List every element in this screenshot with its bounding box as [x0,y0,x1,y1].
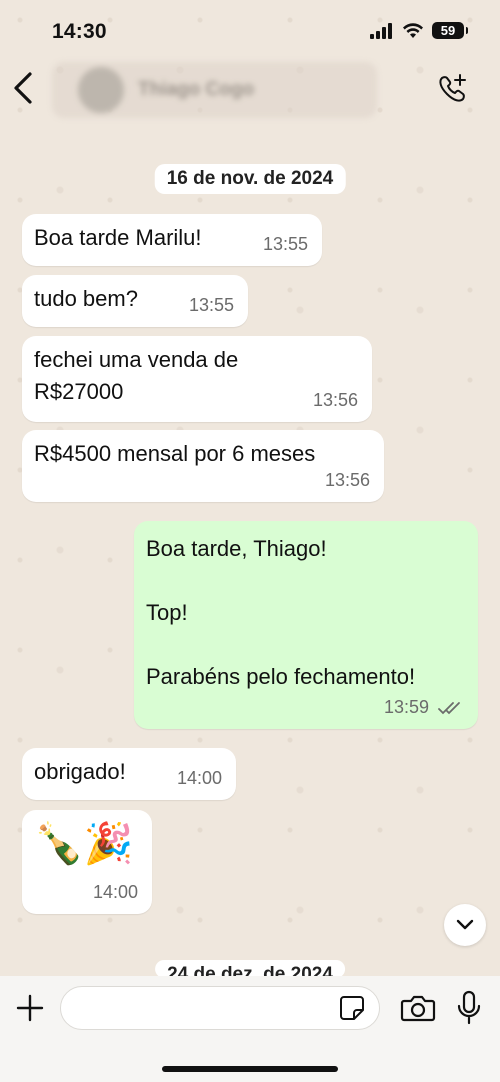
message-incoming[interactable]: obrigado! 14:00 [22,748,236,800]
message-incoming[interactable]: Boa tarde Marilu! 13:55 [22,214,322,266]
message-incoming[interactable]: tudo bem? 13:55 [22,275,248,327]
message-time: 13:55 [188,295,234,315]
message-text: obrigado! [34,759,126,784]
battery-icon: 59 [432,22,468,39]
message-incoming[interactable]: fechei uma venda de R$27000 13:56 [22,336,372,422]
message-time: 14:00 [92,882,138,902]
message-incoming[interactable]: 🍾🎉 14:00 [22,810,152,914]
camera-icon[interactable] [400,992,436,1024]
message-time: 14:00 [176,768,222,788]
avatar [78,67,124,113]
composer-bar [0,976,500,1082]
signal-icon [370,22,392,39]
message-incoming[interactable]: R$4500 mensal por 6 meses 13:56 [22,430,384,502]
back-button[interactable] [10,68,36,108]
date-separator: 16 de nov. de 2024 [154,164,346,194]
message-time: 13:55 [262,234,308,254]
message-text: R$4500 mensal por 6 meses [34,441,316,466]
battery-level: 59 [440,23,456,38]
status-bar: 14:30 59 [0,0,500,60]
message-time: 13:56 [324,470,370,490]
scroll-down-button[interactable] [444,904,486,946]
emoji-message: 🍾🎉 [34,822,134,866]
microphone-icon[interactable] [456,990,482,1026]
message-time: 13:59 [384,691,464,723]
chat-header: Thiago Cogo [0,60,500,120]
chevron-down-icon [456,919,474,930]
message-time-text: 13:59 [383,697,429,717]
read-receipt-icon [438,702,460,715]
status-time: 14:30 [52,20,107,43]
message-input[interactable] [60,986,380,1030]
contact-name: Thiago Cogo [138,79,255,100]
message-text: Boa tarde Marilu! [34,225,202,250]
contact-info[interactable]: Thiago Cogo [52,62,377,118]
message-text: tudo bem? [34,286,138,311]
message-outgoing[interactable]: Boa tarde, Thiago! Top! Parabéns pelo fe… [134,521,478,729]
status-icons: 59 [370,22,468,39]
message-time: 13:56 [312,390,358,410]
plus-icon[interactable] [14,992,46,1024]
add-call-icon[interactable] [436,72,470,106]
message-text: Boa tarde, Thiago! Top! Parabéns pelo fe… [146,536,416,689]
message-text: fechei uma venda de R$27000 [34,347,239,404]
wifi-icon [403,22,423,38]
sticker-icon[interactable] [338,994,366,1022]
home-indicator [162,1066,338,1072]
